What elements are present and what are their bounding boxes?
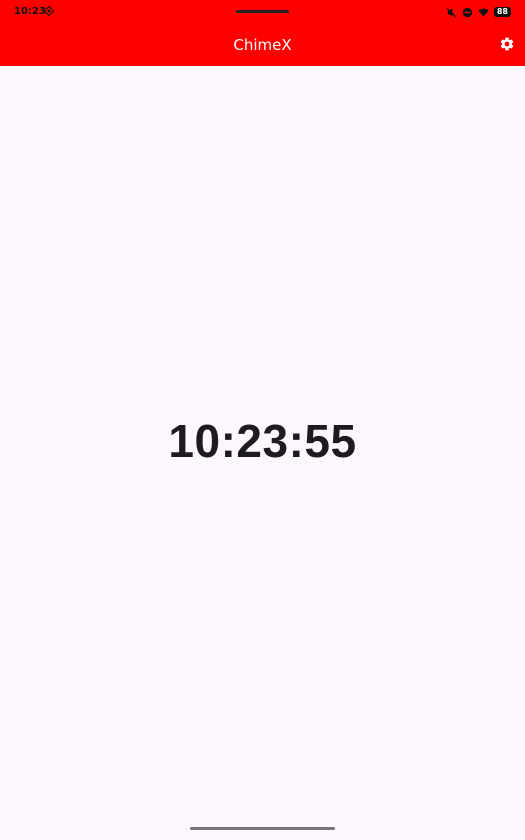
status-time: 10:23 [14, 6, 46, 17]
home-indicator[interactable] [190, 827, 335, 830]
location-target-icon [44, 6, 54, 16]
status-bar: 10:23 88 [0, 0, 525, 24]
wifi-icon [478, 8, 489, 17]
gear-icon[interactable] [499, 36, 515, 52]
app-bar: 10:23 88 ChimeX [0, 0, 525, 66]
camera-notch [236, 10, 289, 13]
battery-level: 88 [493, 7, 511, 17]
dnd-icon [462, 7, 472, 17]
clock-display: 10:23:55 [168, 415, 357, 467]
app-screen: 10:23 88 ChimeX 10:23:55 [0, 0, 525, 840]
status-icons: 88 [446, 6, 511, 18]
app-title: ChimeX [233, 36, 292, 54]
mute-icon [446, 7, 457, 17]
